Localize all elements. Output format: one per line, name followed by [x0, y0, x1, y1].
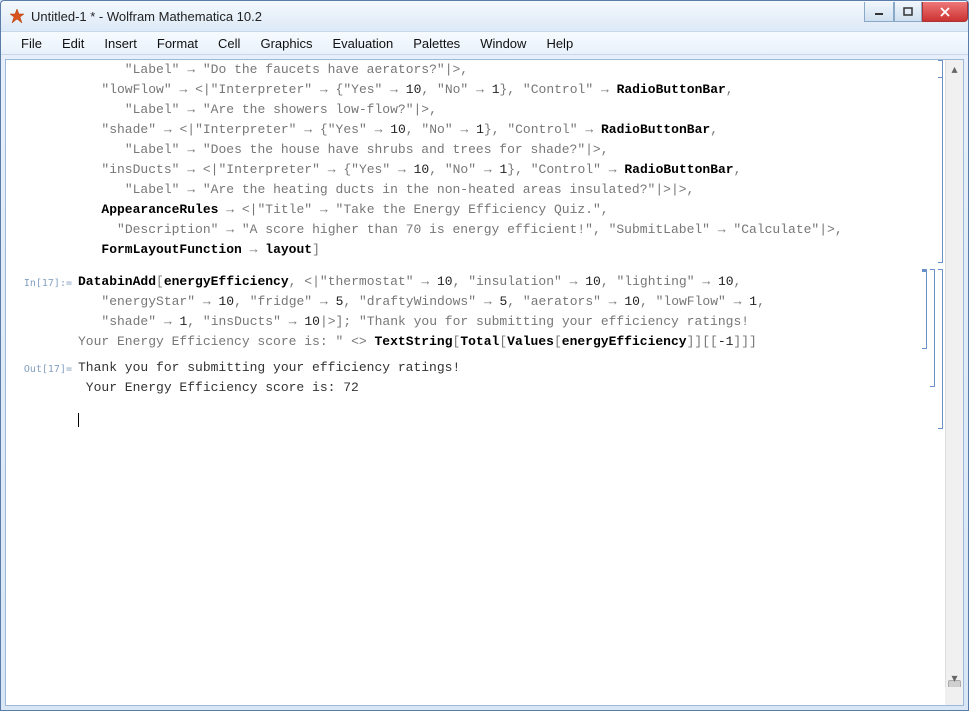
scroll-corner — [945, 687, 963, 705]
titlebar[interactable]: Untitled-1 * - Wolfram Mathematica 10.2 — [1, 1, 968, 31]
menubar: File Edit Insert Format Cell Graphics Ev… — [1, 31, 968, 55]
menu-insert[interactable]: Insert — [94, 34, 147, 53]
app-window: Untitled-1 * - Wolfram Mathematica 10.2 … — [0, 0, 969, 711]
menu-window[interactable]: Window — [470, 34, 536, 53]
menu-cell[interactable]: Cell — [208, 34, 250, 53]
window-title: Untitled-1 * - Wolfram Mathematica 10.2 — [31, 9, 864, 24]
menu-format[interactable]: Format — [147, 34, 208, 53]
window-buttons — [864, 2, 968, 24]
scroll-up-arrow[interactable]: ▴ — [946, 60, 963, 78]
menu-palettes[interactable]: Palettes — [403, 34, 470, 53]
menu-evaluation[interactable]: Evaluation — [322, 34, 403, 53]
input-cell-17[interactable]: In[17]:= DatabinAdd[energyEfficiency, <|… — [6, 269, 945, 355]
content-area: "Label" → "Do the faucets have aerators?… — [5, 59, 964, 706]
vertical-scrollbar[interactable]: ▴ ▾ — [945, 60, 963, 687]
in-label: In[17]:= — [6, 274, 72, 294]
menu-graphics[interactable]: Graphics — [250, 34, 322, 53]
close-button[interactable] — [922, 2, 968, 22]
new-cell-cursor[interactable] — [6, 407, 945, 433]
output-line-2: Your Energy Efficiency score is: 72 — [78, 380, 359, 395]
out-label: Out[17]= — [6, 360, 72, 380]
notebook[interactable]: "Label" → "Do the faucets have aerators?… — [6, 60, 945, 705]
minimize-button[interactable] — [864, 2, 894, 22]
output-line-1: Thank you for submitting your efficiency… — [78, 360, 460, 375]
menu-file[interactable]: File — [11, 34, 52, 53]
menu-edit[interactable]: Edit — [52, 34, 94, 53]
scroll-down-arrow[interactable]: ▾ — [946, 669, 963, 687]
output-cell-17[interactable]: Out[17]= Thank you for submitting your e… — [6, 355, 945, 401]
menu-help[interactable]: Help — [536, 34, 583, 53]
maximize-button[interactable] — [894, 2, 922, 22]
app-icon — [9, 8, 25, 24]
input-cell-partial[interactable]: "Label" → "Do the faucets have aerators?… — [6, 60, 945, 263]
